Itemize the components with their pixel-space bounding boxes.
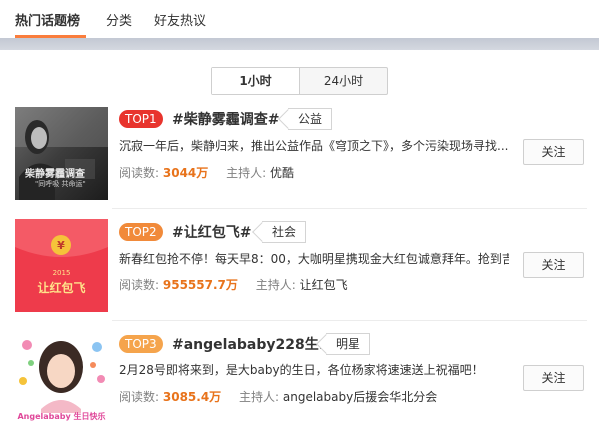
follow-button[interactable]: 关注: [523, 365, 584, 391]
thumbnail-subcaption: "同呼吸 共命运": [35, 180, 86, 188]
item-divider: [112, 320, 587, 321]
topic-title[interactable]: #angelababy228生...: [172, 334, 335, 354]
topic-thumbnail[interactable]: 柴静雾霾调查 "同呼吸 共命运": [15, 107, 108, 200]
rank-badge: TOP1: [119, 110, 163, 128]
topic-item: 柴静雾霾调查 "同呼吸 共命运" TOP1 #柴静雾霾调查# 公益 沉寂一年后，…: [0, 103, 599, 221]
topic-meta: 阅读数: 3085.4万 主持人: angelababy后援会华北分会: [119, 388, 437, 405]
topic-title[interactable]: #柴静雾霾调查#: [172, 109, 279, 129]
thumbnail-caption: 让红包飞: [37, 281, 86, 295]
topic-thumbnail[interactable]: Angelababy 生日快乐: [15, 331, 108, 424]
category-tag-label: 明星: [336, 337, 361, 351]
topic-description: 2月28号即将来到，是大baby的生日，各位杨家将速速送上祝福吧！: [119, 363, 484, 377]
topic-thumbnail[interactable]: ¥ 2015 让红包飞: [15, 219, 108, 312]
read-count: 3085.4万: [162, 390, 222, 404]
thumbnail-caption: 柴静雾霾调查: [25, 169, 85, 180]
host-label: 主持人:: [239, 390, 280, 404]
category-tag[interactable]: 公益: [288, 108, 333, 130]
host-name[interactable]: 让红包飞: [300, 278, 348, 292]
category-tag-label: 社会: [272, 225, 297, 239]
time-24h-button[interactable]: 24小时: [300, 68, 387, 94]
host-label: 主持人:: [226, 166, 267, 180]
topic-item: Angelababy 生日快乐 TOP3 #angelababy228生... …: [0, 325, 599, 438]
tab-friends-discussing[interactable]: 好友热议: [154, 10, 206, 29]
read-count-label: 阅读数:: [119, 278, 160, 292]
rank-badge: TOP2: [119, 223, 163, 241]
category-tag[interactable]: 明星: [326, 333, 371, 355]
item-divider: [112, 208, 587, 209]
topic-item: ¥ 2015 让红包飞 TOP2 #让红包飞# 社会 新春红包抢不停！每天早8：…: [0, 213, 599, 331]
category-tag-label: 公益: [298, 112, 323, 126]
host-name[interactable]: 优酷: [270, 166, 294, 180]
category-tag[interactable]: 社会: [262, 221, 307, 243]
header-divider: [0, 38, 599, 50]
rank-badge: TOP3: [119, 335, 163, 353]
follow-button[interactable]: 关注: [523, 252, 584, 278]
read-count-label: 阅读数:: [119, 166, 160, 180]
topic-meta: 阅读数: 3044万 主持人: 优酷: [119, 164, 294, 181]
topic-description: 沉寂一年后，柴静归来，推出公益作品《穹顶之下》，多个污染现场寻找...: [119, 139, 509, 153]
topic-title[interactable]: #让红包飞#: [172, 222, 251, 242]
thumbnail-caption: Angelababy 生日快乐: [17, 412, 106, 421]
topic-meta: 阅读数: 955557.7万 主持人: 让红包飞: [119, 276, 348, 293]
host-name[interactable]: angelababy后援会华北分会: [283, 390, 437, 404]
time-range-switch: 1小时 24小时: [211, 67, 388, 95]
follow-button[interactable]: 关注: [523, 139, 584, 165]
tab-hot-topics[interactable]: 热门话题榜: [15, 10, 80, 29]
thumbnail-year: 2015: [52, 269, 71, 277]
topic-tabs: 热门话题榜 分类 好友热议: [0, 0, 599, 38]
svg-text:¥: ¥: [57, 239, 65, 252]
read-count: 955557.7万: [162, 278, 238, 292]
red-envelope-image: ¥: [15, 219, 108, 312]
tab-categories[interactable]: 分类: [106, 10, 132, 29]
time-1h-button[interactable]: 1小时: [212, 68, 300, 94]
topic-description: 新春红包抢不停！每天早8：00，大咖明星携现金大红包诚意拜年。抢到吉...: [119, 252, 509, 266]
host-label: 主持人:: [255, 278, 296, 292]
read-count-label: 阅读数:: [119, 390, 160, 404]
read-count: 3044万: [162, 166, 209, 180]
